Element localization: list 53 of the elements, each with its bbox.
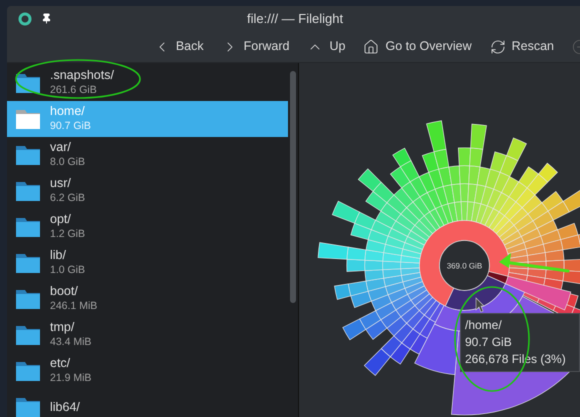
app-logo-icon (18, 12, 32, 26)
folder-size: 21.9 MiB (50, 371, 92, 386)
folder-icon (15, 360, 41, 382)
folder-name: lib/ (50, 248, 67, 263)
folder-size: 246.1 MiB (50, 299, 98, 314)
toolbar-button[interactable]: Forward (222, 37, 290, 56)
folder-name: opt/ (50, 212, 72, 227)
pin-icon[interactable] (41, 13, 52, 24)
folder-size: 6.2 GiB (50, 191, 86, 206)
folder-name: .snapshots/ (50, 68, 114, 83)
scrollbar-thumb[interactable] (290, 71, 296, 303)
folder-size: 261.6 GiB (50, 83, 98, 98)
toolbar-button[interactable]: Rescan (490, 37, 554, 56)
folder-row[interactable]: boot/ 246.1 MiB (7, 281, 288, 317)
folder-row[interactable]: usr/ 6.2 GiB (7, 173, 288, 209)
folder-name: lib64/ (50, 400, 80, 414)
folder-icon (15, 216, 41, 238)
folder-size: 1.2 GiB (50, 227, 86, 242)
folder-icon (15, 324, 41, 346)
folder-row[interactable]: lib64/ (7, 389, 288, 417)
folder-size: 8.0 GiB (50, 155, 86, 170)
mouse-cursor-icon (475, 297, 485, 313)
folder-icon (15, 180, 41, 202)
toolbar-button[interactable]: Go to Overview (363, 37, 472, 56)
folder-icon (15, 252, 41, 274)
tooltip-line: /home/ (465, 317, 503, 334)
folder-name: etc/ (50, 356, 72, 371)
folder-icon (15, 108, 41, 130)
folder-icon (15, 288, 41, 310)
folder-name: boot/ (50, 284, 79, 299)
folder-row[interactable]: opt/ 1.2 GiB (7, 209, 288, 245)
folder-name: usr/ (50, 176, 72, 191)
refresh-icon (490, 38, 506, 54)
window-title: file:/// — Filelight (247, 10, 344, 28)
folder-size: 1.0 GiB (50, 263, 86, 278)
annotation-arrow (499, 253, 570, 272)
tooltip-line: 90.7 GiB (465, 334, 513, 351)
folder-name: tmp/ (50, 320, 76, 335)
toolbar-button[interactable]: Up (307, 37, 346, 56)
folder-row[interactable]: var/ 8.0 GiB (7, 137, 288, 173)
folder-icon (15, 396, 41, 417)
folder-row[interactable]: etc/ 21.9 MiB (7, 353, 288, 389)
home-icon (363, 38, 380, 54)
folder-icon (15, 144, 41, 166)
folder-size: 90.7 GiB (50, 119, 91, 134)
total-size-label: 369.0 GiB (446, 261, 482, 270)
folder-name: var/ (50, 140, 72, 155)
folder-size: 43.4 MiB (50, 335, 92, 350)
folder-row[interactable]: .snapshots/ 261.6 GiB (7, 65, 288, 101)
folder-row[interactable]: lib/ 1.0 GiB (7, 245, 288, 281)
folder-row[interactable]: tmp/ 43.4 MiB (7, 317, 288, 353)
folder-name: home/ (50, 104, 86, 119)
toolbar-button[interactable]: Back (154, 37, 204, 56)
